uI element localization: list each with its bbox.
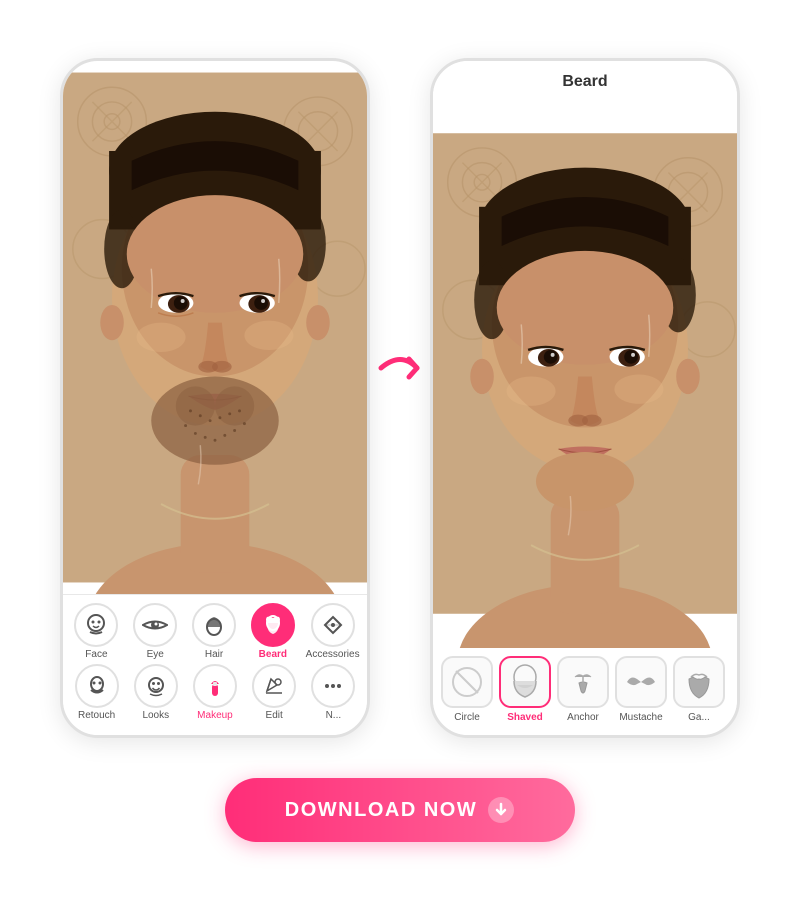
beard-circle (251, 603, 295, 647)
toolbar-item-eye[interactable]: Eye (129, 603, 181, 660)
beard-option-ga-label: Ga... (688, 712, 710, 723)
beard-option-shaved-box (499, 656, 551, 708)
beard-shaved-icon (509, 663, 541, 701)
hair-label: Hair (205, 649, 223, 660)
beard-none-icon (449, 664, 485, 700)
retouch-circle (75, 664, 119, 708)
makeup-icon (206, 674, 224, 698)
download-label: DOWNLOAD NOW (285, 799, 477, 822)
right-face-photo (433, 99, 737, 648)
edit-icon (263, 675, 285, 697)
toolbar-item-more[interactable]: N... (307, 664, 359, 721)
phones-container: Face Eye (60, 58, 740, 738)
more-circle (311, 664, 355, 708)
beard-option-shaved-label: Shaved (507, 712, 543, 723)
beard-ga-icon (683, 663, 715, 701)
eye-icon (142, 617, 168, 633)
beard-options-bar: Circle Shaved (433, 648, 737, 735)
toolbar-row-2: Retouch Looks (67, 664, 363, 721)
edit-circle (252, 664, 296, 708)
toolbar-item-retouch[interactable]: Retouch (71, 664, 123, 721)
beard-option-ga-box (673, 656, 725, 708)
right-phone-screen (433, 99, 737, 648)
face-icon (84, 613, 108, 637)
beard-option-anchor-label: Anchor (567, 712, 599, 723)
toolbar-item-accessories[interactable]: Accessories (306, 603, 360, 660)
face-circle (74, 603, 118, 647)
looks-label: Looks (142, 710, 169, 721)
makeup-circle (193, 664, 237, 708)
toolbar-row-1: Face Eye (67, 603, 363, 660)
beard-option-mustache[interactable]: Mustache (615, 656, 667, 723)
beard-label: Beard (259, 649, 287, 660)
toolbar-item-face[interactable]: Face (70, 603, 122, 660)
toolbar-item-makeup[interactable]: Makeup (189, 664, 241, 721)
face-label: Face (85, 649, 107, 660)
left-face-photo (63, 61, 367, 594)
eye-label: Eye (147, 649, 164, 660)
makeup-label: Makeup (197, 710, 233, 721)
left-phone-screen (63, 61, 367, 594)
retouch-icon (86, 675, 108, 697)
beard-option-circle-box (441, 656, 493, 708)
beard-option-circle[interactable]: Circle (441, 656, 493, 723)
beard-option-anchor-box (557, 656, 609, 708)
beard-icon (262, 614, 284, 636)
toolbar-item-hair[interactable]: Hair (188, 603, 240, 660)
eye-circle (133, 603, 177, 647)
hair-icon (202, 613, 226, 637)
arrow-svg (373, 341, 427, 395)
beard-page-title: Beard (433, 61, 737, 99)
beard-option-mustache-box (615, 656, 667, 708)
toolbar-item-beard[interactable]: Beard (247, 603, 299, 660)
retouch-label: Retouch (78, 710, 115, 721)
beard-mustache-icon (623, 667, 659, 697)
accessories-circle (311, 603, 355, 647)
download-button[interactable]: DOWNLOAD NOW (225, 778, 575, 842)
download-icon (487, 796, 515, 824)
beard-option-ga[interactable]: Ga... (673, 656, 725, 723)
beard-option-circle-label: Circle (454, 712, 480, 723)
looks-circle (134, 664, 178, 708)
more-label: N... (326, 710, 342, 721)
accessories-icon (321, 613, 345, 637)
beard-option-shaved[interactable]: Shaved (499, 656, 551, 723)
hair-circle (192, 603, 236, 647)
toolbar-item-looks[interactable]: Looks (130, 664, 182, 721)
left-toolbar: Face Eye (63, 594, 367, 735)
toolbar-item-edit[interactable]: Edit (248, 664, 300, 721)
left-phone: Face Eye (60, 58, 370, 738)
more-icon (322, 675, 344, 697)
beard-anchor-icon (567, 663, 599, 701)
right-phone: Beard (430, 58, 740, 738)
beard-option-anchor[interactable]: Anchor (557, 656, 609, 723)
beard-option-mustache-label: Mustache (619, 712, 662, 723)
transition-arrow (370, 341, 430, 395)
edit-label: Edit (266, 710, 283, 721)
accessories-label: Accessories (306, 649, 360, 660)
looks-icon (145, 675, 167, 697)
